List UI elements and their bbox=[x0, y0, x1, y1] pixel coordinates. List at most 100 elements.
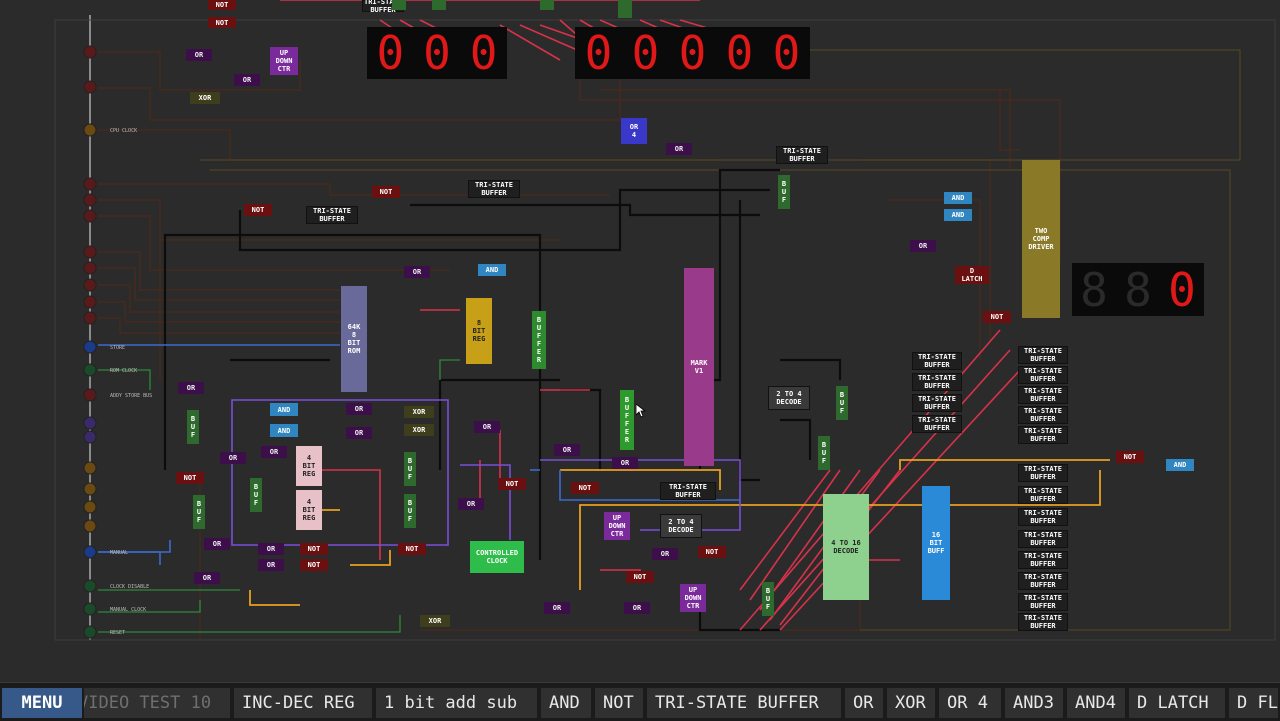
and-gate[interactable]: AND bbox=[1166, 459, 1194, 471]
and-gate[interactable]: AND bbox=[944, 192, 972, 204]
tab-not[interactable]: NOT bbox=[595, 688, 645, 718]
buf-chip[interactable]: B U F bbox=[187, 410, 199, 444]
or-gate[interactable]: OR bbox=[194, 572, 220, 584]
decoder-2to4[interactable]: 2 TO 4 DECODE bbox=[660, 514, 702, 538]
or-gate[interactable]: OR bbox=[544, 602, 570, 614]
tab-inc-dec-reg[interactable]: INC-DEC REG bbox=[234, 688, 374, 718]
register-4bit[interactable]: 4 BIT REG bbox=[296, 446, 322, 486]
tri-state-buffer[interactable]: TRI-STATE BUFFER bbox=[1018, 486, 1068, 504]
or4-gate[interactable]: OR 4 bbox=[621, 118, 647, 144]
buf-chip[interactable] bbox=[392, 0, 406, 10]
or-gate[interactable]: OR bbox=[346, 427, 372, 439]
xor-gate[interactable]: XOR bbox=[190, 92, 220, 104]
tab-d-flip-flop[interactable]: D FLIP FLOP bbox=[1229, 688, 1280, 718]
tri-state-buffer[interactable]: TRI-STATE BUFFER bbox=[912, 394, 962, 412]
xor-gate[interactable]: XOR bbox=[404, 424, 434, 436]
buf-chip[interactable]: B U F bbox=[193, 495, 205, 529]
and-gate[interactable]: AND bbox=[478, 264, 506, 276]
or-gate[interactable]: OR bbox=[612, 457, 638, 469]
tri-state-buffer[interactable]: TRI-STATE BUFFER bbox=[1018, 593, 1068, 611]
or-gate[interactable]: OR bbox=[458, 498, 484, 510]
register-4bit[interactable]: 4 BIT REG bbox=[296, 490, 322, 530]
tab-1-bit-add-sub[interactable]: 1 bit add sub bbox=[376, 688, 539, 718]
or-gate[interactable]: OR bbox=[666, 143, 692, 155]
tab-or-4[interactable]: OR 4 bbox=[939, 688, 1003, 718]
tab-and4[interactable]: AND4 bbox=[1067, 688, 1127, 718]
tri-state-buffer[interactable]: TRI-STATE BUFFER bbox=[468, 180, 520, 198]
tri-state-buffer[interactable]: TRI-STATE BUFFER bbox=[1018, 551, 1068, 569]
register-8bit[interactable]: 8 BIT REG bbox=[466, 298, 492, 364]
tri-state-buffer[interactable]: TRI-STATE BUFFER bbox=[1018, 508, 1068, 526]
tab-xor[interactable]: XOR bbox=[887, 688, 937, 718]
or-gate[interactable]: OR bbox=[652, 548, 678, 560]
decoder-2to4[interactable]: 2 TO 4 DECODE bbox=[768, 386, 810, 410]
or-gate[interactable]: OR bbox=[474, 421, 500, 433]
mark-v1-cpu[interactable]: MARK V1 bbox=[684, 268, 714, 466]
tab-d-latch[interactable]: D LATCH bbox=[1129, 688, 1227, 718]
or-gate[interactable]: OR bbox=[624, 602, 650, 614]
up-down-counter[interactable]: UP DOWN CTR bbox=[604, 512, 630, 540]
buffer-chip[interactable]: B U F F E R bbox=[532, 311, 546, 369]
tri-state-buffer[interactable]: TRI-STATE BUFFER bbox=[1018, 386, 1068, 404]
not-gate[interactable]: NOT bbox=[1116, 451, 1144, 463]
or-gate[interactable]: OR bbox=[346, 403, 372, 415]
controlled-clock[interactable]: CONTROLLED CLOCK bbox=[470, 541, 524, 573]
tri-state-buffer[interactable]: TRI-STATE BUFFER bbox=[1018, 530, 1068, 548]
or-gate[interactable]: OR bbox=[258, 559, 284, 571]
not-gate[interactable]: NOT bbox=[208, 17, 236, 28]
tri-state-buffer[interactable]: TRI-STATE BUFFER bbox=[1018, 406, 1068, 424]
tri-state-buffer[interactable]: TRI-STATE BUFFER bbox=[306, 206, 358, 224]
or-gate[interactable]: OR bbox=[204, 538, 230, 550]
up-down-counter[interactable]: UP DOWN CTR bbox=[680, 584, 706, 612]
buf-chip[interactable]: B U F bbox=[250, 478, 262, 512]
d-latch[interactable]: D LATCH bbox=[955, 266, 989, 284]
or-gate[interactable]: OR bbox=[261, 446, 287, 458]
not-gate[interactable]: NOT bbox=[244, 204, 272, 216]
tri-state-buffer[interactable]: TRI-STATE BUFFER bbox=[912, 352, 962, 370]
xor-gate[interactable]: XOR bbox=[420, 615, 450, 627]
tri-state-buffer[interactable]: TRI-STATE BUFFER bbox=[912, 373, 962, 391]
tab-tri-state-buffer[interactable]: TRI-STATE BUFFER bbox=[647, 688, 843, 718]
not-gate[interactable]: NOT bbox=[208, 0, 236, 10]
and-gate[interactable]: AND bbox=[270, 424, 298, 437]
or-gate[interactable]: OR bbox=[404, 266, 430, 278]
xor-gate[interactable]: XOR bbox=[404, 406, 434, 418]
buffer-chip[interactable]: B U F F E R bbox=[620, 390, 634, 450]
or-gate[interactable]: OR bbox=[554, 444, 580, 456]
not-gate[interactable]: NOT bbox=[983, 311, 1011, 323]
tri-state-buffer[interactable]: TRI-STATE BUFFER bbox=[1018, 346, 1068, 364]
or-gate[interactable]: OR bbox=[220, 452, 246, 464]
menu-button[interactable]: MENU bbox=[2, 688, 84, 718]
not-gate[interactable]: NOT bbox=[372, 186, 400, 198]
buf-chip[interactable]: B U F bbox=[778, 175, 790, 209]
not-gate[interactable]: NOT bbox=[300, 559, 328, 571]
tab-video-test-10[interactable]: VIDEO TEST 10 bbox=[84, 688, 232, 718]
tri-state-buffer[interactable]: TRI-STATE BUFFER bbox=[1018, 613, 1068, 631]
not-gate[interactable]: NOT bbox=[498, 478, 526, 490]
not-gate[interactable]: NOT bbox=[698, 546, 726, 558]
and-gate[interactable]: AND bbox=[944, 209, 972, 221]
or-gate[interactable]: OR bbox=[910, 240, 936, 252]
tab-and[interactable]: AND bbox=[541, 688, 593, 718]
up-down-counter[interactable]: UP DOWN CTR bbox=[270, 47, 298, 75]
or-gate[interactable]: OR bbox=[234, 74, 260, 86]
not-gate[interactable]: NOT bbox=[571, 482, 599, 494]
buf-chip[interactable]: B U F bbox=[404, 452, 416, 486]
buf-chip[interactable] bbox=[540, 0, 554, 10]
buffer-16bit[interactable]: 16 BIT BUFF bbox=[922, 486, 950, 600]
tri-state-buffer[interactable]: TRI-STATE BUFFER bbox=[1018, 366, 1068, 384]
buf-chip[interactable]: B U F bbox=[836, 386, 848, 420]
and-gate[interactable]: AND bbox=[270, 403, 298, 416]
circuit-canvas[interactable]: CPU CLOCK STORE ROM CLOCK ADDY STORE BUS… bbox=[0, 0, 1280, 682]
buf-chip[interactable]: B U F bbox=[762, 582, 774, 616]
two-comp-driver[interactable]: TWO COMP DRIVER bbox=[1022, 160, 1060, 318]
tri-state-buffer[interactable]: TRI-STATE BUFFER bbox=[1018, 572, 1068, 590]
tri-state-buffer[interactable]: TRI-STATE BUFFER bbox=[1018, 426, 1068, 444]
tri-state-buffer[interactable]: TRI-STATE BUFFER bbox=[776, 146, 828, 164]
tab-or[interactable]: OR bbox=[845, 688, 885, 718]
not-gate[interactable]: NOT bbox=[398, 543, 426, 555]
or-gate[interactable]: OR bbox=[258, 543, 284, 555]
or-gate[interactable]: OR bbox=[186, 49, 212, 61]
tri-state-buffer[interactable]: TRI-STATE BUFFER bbox=[912, 415, 962, 433]
or-gate[interactable]: OR bbox=[178, 382, 204, 394]
